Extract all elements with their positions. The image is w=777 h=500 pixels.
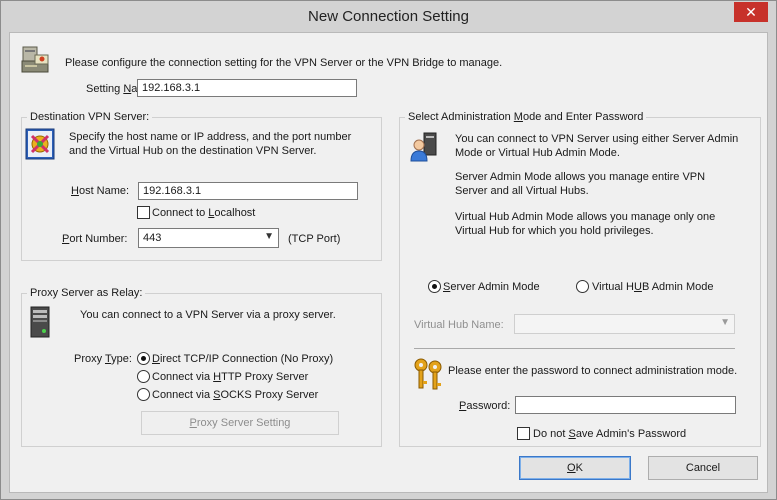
title-bar[interactable]: New Connection Setting ✕ [1, 1, 776, 32]
password-prompt: Please enter the password to connect adm… [448, 365, 738, 377]
destination-desc-line1: Specify the host name or IP address, and… [69, 131, 352, 143]
admin-p1-line2: Mode or Virtual Hub Admin Mode. [455, 147, 620, 159]
window-title: New Connection Setting [308, 8, 469, 25]
proxy-socks-label[interactable]: Connect via SOCKS Proxy Server [152, 389, 318, 401]
proxy-http-radio[interactable] [137, 370, 150, 383]
proxy-http-label[interactable]: Connect via HTTP Proxy Server [152, 371, 308, 383]
admin-p1-line1: You can connect to VPN Server using eith… [455, 133, 739, 145]
admin-mode-group-title: Select Administration Mode and Enter Pas… [405, 111, 647, 123]
host-name-input[interactable]: 192.168.3.1 [138, 182, 358, 200]
cancel-button[interactable]: Cancel [648, 456, 758, 480]
admin-p2-line1: Server Admin Mode allows you manage enti… [455, 171, 706, 183]
destination-group: Destination VPN Server: Specify the host… [21, 111, 382, 261]
proxy-direct-radio[interactable] [137, 352, 150, 365]
server-computer-icon [20, 45, 54, 75]
connect-localhost-checkbox[interactable] [137, 206, 150, 219]
server-admin-mode-label[interactable]: Server Admin Mode [443, 281, 540, 293]
ok-button[interactable]: OK [519, 456, 631, 480]
admin-p3-line1: Virtual Hub Admin Mode allows you manage… [455, 211, 716, 223]
port-number-label: Port Number: [62, 233, 128, 245]
hub-name-label: Virtual Hub Name: [414, 319, 504, 331]
do-not-save-password-label[interactable]: Do not Save Admin's Password [533, 428, 686, 440]
proxy-socks-radio[interactable] [137, 388, 150, 401]
hub-name-select[interactable]: ▼ [514, 314, 735, 334]
hub-admin-mode-radio[interactable] [576, 280, 589, 293]
dialog-window: New Connection Setting ✕ Please configur… [0, 0, 777, 500]
proxy-direct-label[interactable]: Direct TCP/IP Connection (No Proxy) [152, 353, 333, 365]
proxy-group-title: Proxy Server as Relay: [27, 287, 146, 299]
proxy-server-setting-button[interactable]: Proxy Server Setting [141, 411, 339, 435]
chevron-down-icon: ▼ [264, 231, 274, 242]
proxy-server-icon [29, 306, 51, 338]
admin-p3-line2: Virtual Hub for which you hold privilege… [455, 225, 654, 237]
destination-group-title: Destination VPN Server: [27, 111, 153, 123]
hub-admin-mode-label[interactable]: Virtual HUB Admin Mode [592, 281, 713, 293]
close-button[interactable]: ✕ [734, 2, 768, 22]
chevron-down-icon: ▼ [720, 317, 730, 328]
password-input[interactable] [515, 396, 736, 414]
admin-mode-group: Select Administration Mode and Enter Pas… [399, 111, 761, 447]
setting-name-input[interactable]: 192.168.3.1 [137, 79, 357, 97]
proxy-group: Proxy Server as Relay: You can connect t… [21, 287, 382, 447]
dialog-client-area: Please configure the connection setting … [9, 32, 768, 493]
port-number-value: 443 [143, 232, 162, 244]
password-label: Password: [459, 400, 511, 412]
divider [414, 348, 735, 349]
connect-localhost-label[interactable]: Connect to Localhost [152, 207, 255, 219]
port-hint: (TCP Port) [288, 233, 341, 245]
server-admin-mode-radio[interactable] [428, 280, 441, 293]
proxy-type-label: Proxy Type: [74, 353, 132, 365]
admin-p2-line2: Server and all Virtual Hubs. [455, 185, 589, 197]
intro-text: Please configure the connection setting … [65, 57, 503, 69]
port-number-select[interactable]: 443 ▼ [138, 228, 279, 248]
proxy-desc: You can connect to a VPN Server via a pr… [80, 309, 336, 321]
do-not-save-password-checkbox[interactable] [517, 427, 530, 440]
host-name-label: Host Name: [71, 185, 130, 197]
keys-icon [413, 357, 445, 391]
vpn-server-icon [25, 128, 55, 160]
admin-user-icon [410, 132, 438, 162]
destination-desc-line2: and the Virtual Hub on the destination V… [69, 145, 317, 157]
